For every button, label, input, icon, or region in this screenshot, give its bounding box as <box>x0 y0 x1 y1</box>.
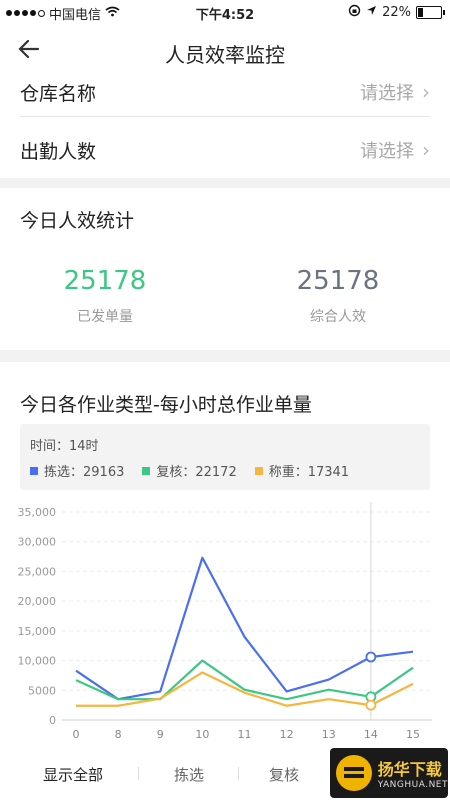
x-tick-label: 15 <box>406 728 420 741</box>
warehouse-select[interactable]: 仓库名称 请选择 › <box>20 80 430 117</box>
tab-divider <box>238 767 239 780</box>
location-icon <box>366 5 377 20</box>
y-tick-label: 25,000 <box>18 565 57 578</box>
overall-stat: 25178 综合人效 <box>248 266 428 326</box>
battery-percent: 22% <box>382 5 411 20</box>
chevron-right-icon: › <box>422 80 430 104</box>
y-tick-label: 20,000 <box>18 595 57 608</box>
dispatched-stat: 25178 已发单量 <box>15 266 195 326</box>
highlight-point <box>365 699 377 711</box>
x-tick-label: 11 <box>238 728 252 741</box>
tooltip-legend: 拣选：29163 复核：22172 称重：17341 <box>30 461 349 480</box>
tab-divider <box>138 767 139 780</box>
chart-tooltip: 时间：14时 拣选：29163 复核：22172 称重：17341 <box>20 424 430 490</box>
efficiency-title: 今日人效统计 <box>20 210 135 232</box>
legend-item-weigh: 称重：17341 <box>254 461 349 480</box>
tab-pick[interactable]: 拣选 <box>174 764 204 785</box>
highlight-point <box>365 651 377 663</box>
overall-value: 25178 <box>296 266 380 296</box>
efficiency-card: 今日人效统计 25178 已发单量 25178 综合人效 <box>0 188 450 350</box>
y-tick-label: 35,000 <box>18 506 57 519</box>
warehouse-placeholder: 请选择 <box>360 83 414 104</box>
x-tick-label: 13 <box>322 728 336 741</box>
filter-form: 仓库名称 请选择 › 出勤人数 请选择 › <box>0 80 450 178</box>
y-tick-label: 15,000 <box>18 625 57 638</box>
nav-bar: 人员效率监控 <box>0 24 450 80</box>
rotation-lock-icon <box>348 4 361 21</box>
y-tick-label: 5000 <box>28 684 56 697</box>
tab-check[interactable]: 复核 <box>269 764 299 785</box>
hourly-chart-card: 今日各作业类型-每小时总作业单量 时间：14时 拣选：29163 复核：2217… <box>0 362 450 800</box>
legend-swatch <box>30 466 38 475</box>
watermark-logo: 扬华下载 YANGHUA.NET <box>330 748 448 798</box>
y-tick-label: 0 <box>49 714 56 727</box>
legend-swatch <box>142 466 151 475</box>
status-bar: 中国电信 下午4:52 22% <box>0 0 450 24</box>
x-tick-label: 12 <box>280 728 294 741</box>
warehouse-label: 仓库名称 <box>20 82 97 105</box>
tab-show-all[interactable]: 显示全部 <box>43 764 103 785</box>
x-tick-label: 14 <box>364 728 378 741</box>
hourly-title: 今日各作业类型-每小时总作业单量 <box>20 394 312 416</box>
attendance-placeholder: 请选择 <box>360 141 414 162</box>
x-tick-label: 10 <box>195 728 209 741</box>
dispatched-value: 25178 <box>63 266 147 296</box>
x-tick-label: 9 <box>157 728 164 741</box>
y-tick-label: 30,000 <box>18 536 57 549</box>
overall-label: 综合人效 <box>310 309 366 325</box>
legend-swatch <box>254 466 263 475</box>
tooltip-time: 时间：14时 <box>30 439 99 454</box>
attendance-label: 出勤人数 <box>20 140 97 163</box>
x-tick-label: 0 <box>73 728 80 741</box>
battery-icon <box>416 6 445 19</box>
page-title: 人员效率监控 <box>165 43 285 67</box>
attendance-select[interactable]: 出勤人数 请选择 › <box>20 128 430 172</box>
chevron-right-icon: › <box>422 138 430 162</box>
y-tick-label: 10,000 <box>18 655 57 668</box>
series-line <box>75 556 414 701</box>
line-chart[interactable]: 0 5000 10,000 15,000 20,000 25,000 30,000 35,00… <box>0 500 450 752</box>
dispatched-label: 已发单量 <box>77 309 133 325</box>
site-logo-icon <box>336 755 372 791</box>
watermark-name: 扬华下载 <box>377 760 442 779</box>
watermark-url: YANGHUA.NET <box>377 780 448 790</box>
x-tick-label: 8 <box>115 728 122 741</box>
legend-item-check: 复核：22172 <box>142 461 237 480</box>
legend-item-pick: 拣选：29163 <box>30 461 124 480</box>
